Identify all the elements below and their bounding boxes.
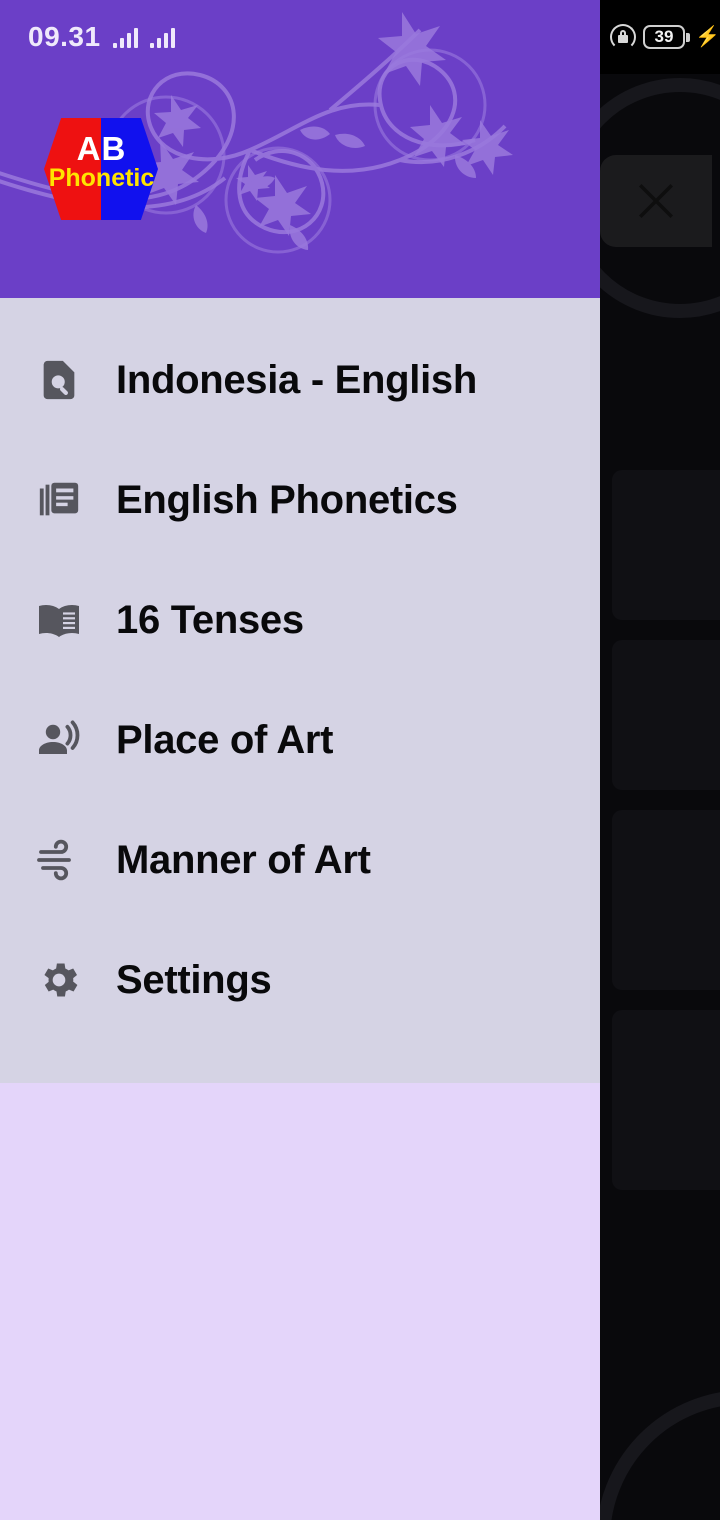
background-card[interactable] [612, 810, 720, 990]
record-voice-over-icon [30, 714, 88, 766]
background-card[interactable] [612, 640, 720, 790]
navigation-drawer: 09.31 AB Phonetic Indonesia - English En… [0, 0, 600, 1520]
gear-icon [30, 954, 88, 1006]
rotation-lock-icon [610, 24, 636, 50]
status-bar: 09.31 [0, 0, 600, 74]
background-decoration-curve [596, 1390, 720, 1520]
battery-level-label: 39 [643, 25, 685, 49]
library-books-icon [30, 474, 88, 526]
app-screen: 39 ⚡ 09.31 AB Phonetic Indonesia - Engli… [0, 0, 720, 1520]
menu-item-label: 16 Tenses [116, 597, 304, 642]
menu-item-label: Indonesia - English [116, 357, 477, 402]
wind-air-icon [30, 834, 88, 886]
app-logo: AB Phonetic [44, 118, 159, 220]
system-status-bar-right: 39 ⚡ [600, 0, 720, 74]
menu-item-place-of-art[interactable]: Place of Art [0, 680, 600, 800]
document-search-icon [30, 354, 88, 406]
logo-text-ab: AB [76, 130, 127, 167]
battery-indicator: 39 [643, 25, 690, 49]
drawer-menu-list: Indonesia - English English Phonetics 16… [0, 298, 600, 1083]
status-bar-clock: 09.31 [28, 21, 101, 52]
menu-item-settings[interactable]: Settings [0, 920, 600, 1040]
signal-bars-icon [112, 26, 138, 48]
close-icon [638, 183, 674, 219]
background-card[interactable] [612, 1010, 720, 1190]
menu-item-label: English Phonetics [116, 477, 458, 522]
charging-bolt-icon: ⚡ [695, 26, 720, 48]
menu-item-manner-of-art[interactable]: Manner of Art [0, 800, 600, 920]
background-card[interactable] [612, 470, 720, 620]
menu-item-english-phonetics[interactable]: English Phonetics [0, 440, 600, 560]
signal-bars-icon [149, 26, 175, 48]
close-button[interactable] [600, 155, 712, 247]
menu-item-16-tenses[interactable]: 16 Tenses [0, 560, 600, 680]
drawer-footer [0, 1083, 600, 1520]
menu-item-label: Place of Art [116, 717, 334, 762]
drawer-header: 09.31 AB Phonetic [0, 0, 600, 298]
menu-item-label: Settings [116, 957, 272, 1002]
logo-text-phonetic: Phonetic [48, 164, 155, 192]
menu-item-indonesia-english[interactable]: Indonesia - English [0, 320, 600, 440]
open-book-icon [30, 594, 88, 646]
menu-item-label: Manner of Art [116, 837, 371, 882]
